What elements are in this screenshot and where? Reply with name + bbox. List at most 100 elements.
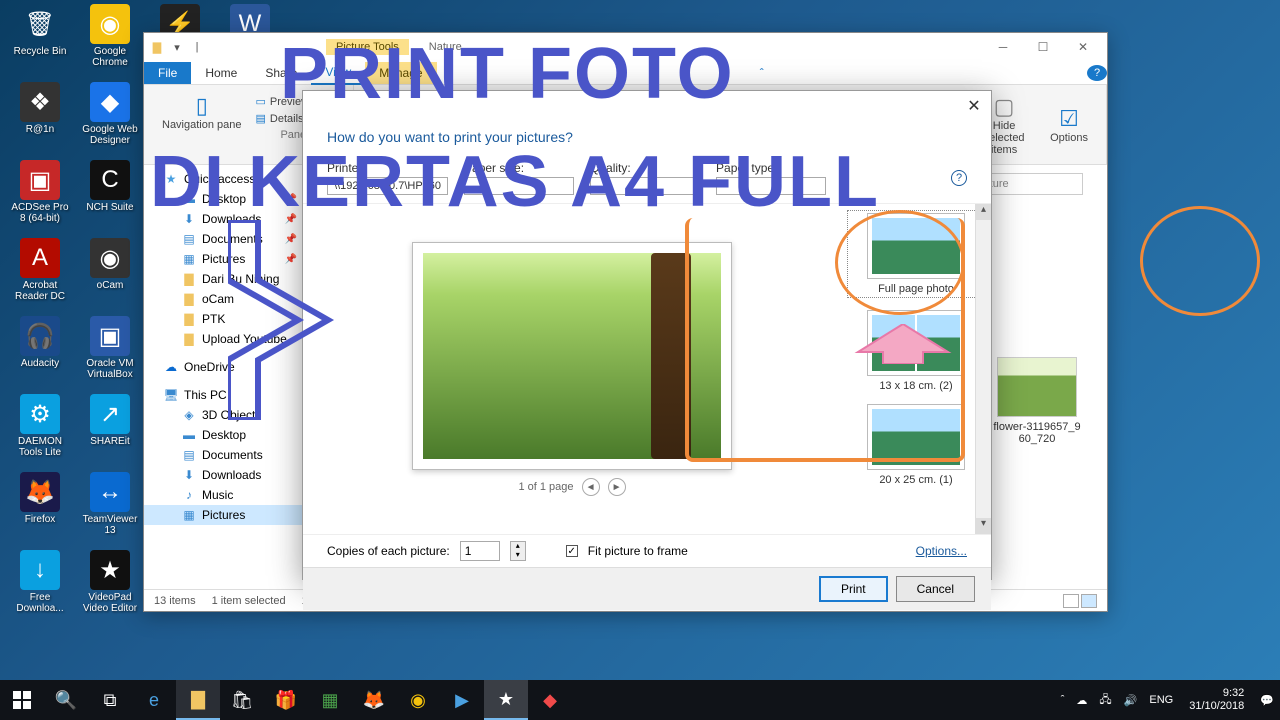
nav-documents2[interactable]: ▤Documents <box>144 445 303 465</box>
close-button[interactable]: ✕ <box>1063 35 1103 59</box>
view-details-icon[interactable] <box>1063 594 1079 608</box>
desktop-icon[interactable]: ◆Google Web Designer <box>78 82 142 146</box>
paper-type-select[interactable]: Paper type: <box>716 161 826 195</box>
copies-label: Copies of each picture: <box>327 544 450 558</box>
next-page-button[interactable]: ► <box>608 478 626 496</box>
scroll-up-icon[interactable]: ▴ <box>976 204 991 220</box>
fit-label: Fit picture to frame <box>588 544 688 558</box>
printer-select[interactable]: Printer:\\192.168.40.7\HP260 <box>327 161 448 195</box>
copies-input[interactable] <box>460 541 500 561</box>
nav-downloads[interactable]: ⬇Downloads📌 <box>144 209 303 229</box>
scroll-down-icon[interactable]: ▾ <box>976 518 991 534</box>
desktop-icon[interactable]: ↓Free Downloa... <box>8 550 72 614</box>
nav-folder-ptk[interactable]: ▇PTK <box>144 309 303 329</box>
tab-manage[interactable]: Manage <box>365 62 436 84</box>
taskbar-app4[interactable]: ◆ <box>528 680 572 720</box>
navigation-tree[interactable]: ★Quick access ▬Desktop📌 ⬇Downloads📌 ▤Doc… <box>144 165 304 589</box>
desktop-icon[interactable]: ★VideoPad Video Editor <box>78 550 142 614</box>
paper-size-select[interactable]: Paper size: <box>464 161 574 195</box>
desktop-icon[interactable]: 🗑Recycle Bin <box>8 4 72 57</box>
taskbar-explorer[interactable]: ▇ <box>176 680 220 720</box>
hide-icon: ▢ <box>994 94 1015 120</box>
nav-documents[interactable]: ▤Documents📌 <box>144 229 303 249</box>
desktop-icon[interactable]: 🦊Firefox <box>8 472 72 525</box>
cancel-button[interactable]: Cancel <box>896 576 975 602</box>
options-button[interactable]: ☑ Options <box>1042 89 1096 160</box>
print-button[interactable]: Print <box>819 576 888 602</box>
nav-pictures[interactable]: ▦Pictures📌 <box>144 249 303 269</box>
context-tab[interactable]: Picture Tools <box>326 39 409 55</box>
view-thumbs-icon[interactable] <box>1081 594 1097 608</box>
tab-view[interactable]: View <box>311 61 365 85</box>
desktop-icon[interactable]: CNCH Suite <box>78 160 142 213</box>
taskbar-chrome[interactable]: ◉ <box>396 680 440 720</box>
tray-volume-icon[interactable]: 🔊 <box>1118 694 1144 707</box>
taskbar-app1[interactable]: 🎁 <box>264 680 308 720</box>
ribbon-tabs: File Home Share View Manage ˆ ? <box>144 61 1107 85</box>
desktop-icon[interactable]: ▣ACDSee Pro 8 (64-bit) <box>8 160 72 224</box>
start-button[interactable] <box>0 680 44 720</box>
task-view-button[interactable]: ⧉ <box>88 680 132 720</box>
tab-file[interactable]: File <box>144 62 191 84</box>
search-button[interactable]: 🔍 <box>44 680 88 720</box>
layout-list[interactable]: Full page photo 13 x 18 cm. (2) 20 x 25 cm… <box>841 204 991 534</box>
navigation-pane-button[interactable]: ▯ Navigation pane <box>154 89 250 135</box>
taskbar-videopad[interactable]: ★ <box>484 680 528 720</box>
layout-option[interactable]: 20 x 25 cm. (1) <box>847 404 985 486</box>
desktop-icon[interactable]: ↗SHAREit <box>78 394 142 447</box>
dialog-titlebar[interactable]: ✕ <box>303 91 991 121</box>
nav-desktop2[interactable]: ▬Desktop <box>144 425 303 445</box>
desktop-icon[interactable]: ❖R@1n <box>8 82 72 135</box>
taskbar-edge[interactable]: e <box>132 680 176 720</box>
dialog-close-button[interactable]: ✕ <box>961 95 987 117</box>
tray-network-icon[interactable]: 🖧 <box>1093 691 1117 710</box>
tray-onedrive-icon[interactable]: ☁ <box>1070 694 1093 707</box>
tray-notifications-icon[interactable]: 💬 <box>1254 694 1280 707</box>
tray-lang[interactable]: ENG <box>1143 694 1179 706</box>
options-link[interactable]: Options... <box>916 544 967 558</box>
qat-save-icon[interactable]: ▾ <box>168 38 186 56</box>
tab-home[interactable]: Home <box>191 62 251 84</box>
nav-this-pc[interactable]: 🖥This PC <box>144 385 303 405</box>
nav-pictures2[interactable]: ▦Pictures <box>144 505 303 525</box>
fit-checkbox[interactable]: ✓ <box>566 545 578 557</box>
nav-onedrive[interactable]: ☁OneDrive <box>144 357 303 377</box>
nav-folder-ocam[interactable]: ▇oCam <box>144 289 303 309</box>
nav-folder-dari[interactable]: ▇Dari Bu Nining <box>144 269 303 289</box>
nav-quick-access[interactable]: ★Quick access <box>144 169 303 189</box>
tray-expand-icon[interactable]: ˆ <box>1055 694 1071 706</box>
nav-music[interactable]: ♪Music <box>144 485 303 505</box>
file-thumb[interactable]: flower-3119657_9 60_720 <box>987 357 1087 445</box>
taskbar-app3[interactable]: ▶ <box>440 680 484 720</box>
quality-select[interactable]: Quality: <box>590 161 700 195</box>
tab-share[interactable]: Share <box>251 62 311 84</box>
minimize-button[interactable]: ─ <box>983 35 1023 59</box>
desktop-icon[interactable]: ↔TeamViewer 13 <box>78 472 142 536</box>
system-tray[interactable]: ˆ ☁ 🖧 🔊 ENG 9:32 31/10/2018 💬 <box>1055 680 1280 720</box>
desktop-icon[interactable]: 🎧Audacity <box>8 316 72 369</box>
ribbon-collapse-icon[interactable]: ˆ <box>750 66 774 80</box>
nav-downloads2[interactable]: ⬇Downloads <box>144 465 303 485</box>
desktop-icon[interactable]: ▣Oracle VM VirtualBox <box>78 316 142 380</box>
nav-folder-upload[interactable]: ▇Upload Youtube <box>144 329 303 349</box>
nav-desktop[interactable]: ▬Desktop📌 <box>144 189 303 209</box>
layout-option[interactable]: 13 x 18 cm. (2) <box>847 310 985 392</box>
maximize-button[interactable]: ☐ <box>1023 35 1063 59</box>
nav-3d-objects[interactable]: ◈3D Objects <box>144 405 303 425</box>
layout-option[interactable]: Full page photo <box>847 210 985 298</box>
desktop-icon[interactable]: ◉Google Chrome <box>78 4 142 68</box>
tray-clock[interactable]: 9:32 31/10/2018 <box>1179 687 1254 713</box>
dialog-help-icon[interactable]: ? <box>951 170 967 186</box>
taskbar-app2[interactable]: ▦ <box>308 680 352 720</box>
taskbar[interactable]: 🔍 ⧉ e ▇ 🛍 🎁 ▦ 🦊 ◉ ▶ ★ ◆ ˆ ☁ 🖧 🔊 ENG 9:32… <box>0 680 1280 720</box>
prev-page-button[interactable]: ◄ <box>582 478 600 496</box>
titlebar[interactable]: ▇ ▾ | Picture Tools Nature ─ ☐ ✕ <box>144 33 1107 61</box>
desktop-icon[interactable]: AAcrobat Reader DC <box>8 238 72 302</box>
copies-spinner[interactable]: ▴▾ <box>510 541 526 561</box>
desktop-icon[interactable]: ⚙DAEMON Tools Lite <box>8 394 72 458</box>
layout-scrollbar[interactable]: ▴ ▾ <box>975 204 991 534</box>
help-icon[interactable]: ? <box>1087 65 1107 81</box>
taskbar-firefox[interactable]: 🦊 <box>352 680 396 720</box>
taskbar-store[interactable]: 🛍 <box>220 680 264 720</box>
desktop-icon[interactable]: ◉oCam <box>78 238 142 291</box>
